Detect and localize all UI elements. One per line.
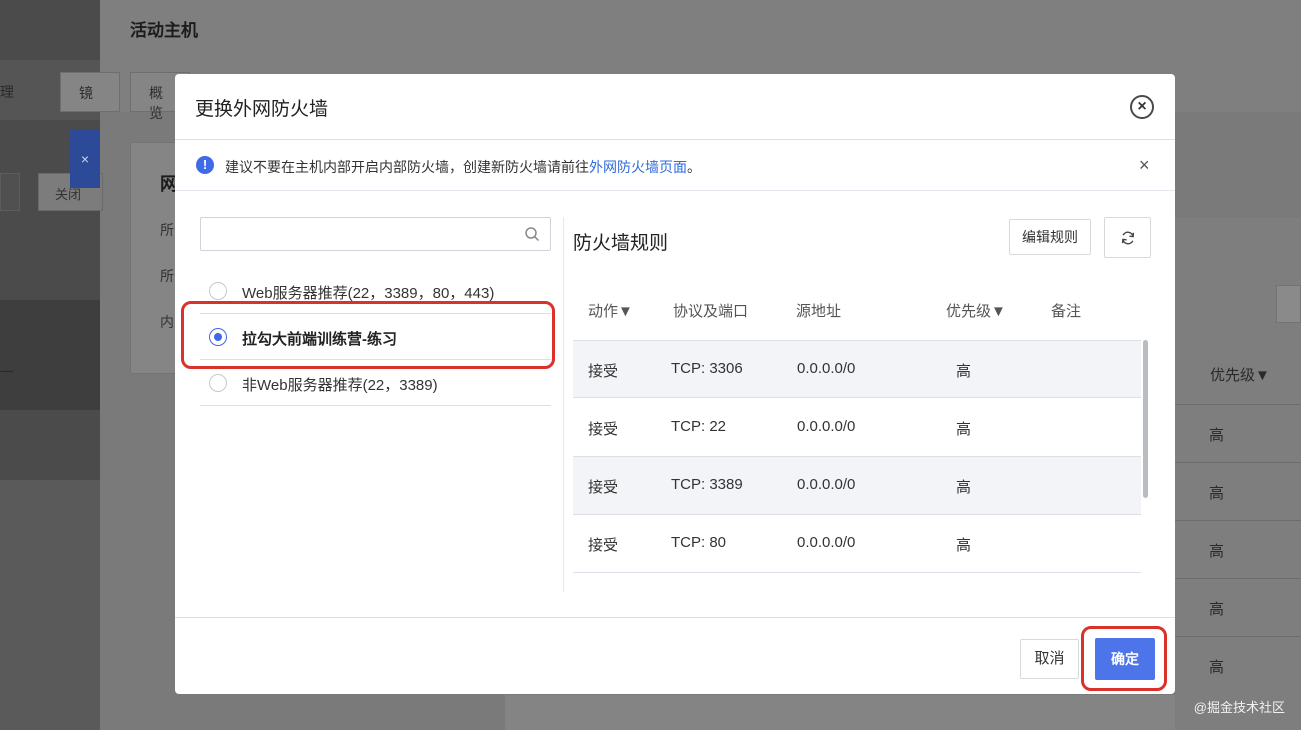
- column-header-protocol: 协议及端口: [673, 303, 749, 320]
- table-row: 接受 TCP: 3306 0.0.0.0/0 高: [573, 340, 1141, 398]
- table-scrollbar[interactable]: [1143, 340, 1148, 498]
- background-page-title: 活动主机: [130, 21, 198, 40]
- info-icon: !: [196, 156, 214, 174]
- firewall-option-label: 非Web服务器推荐(22，3389): [242, 377, 438, 394]
- refresh-button[interactable]: [1104, 217, 1151, 258]
- firewall-option-label: Web服务器推荐(22，3389，80，443): [242, 285, 495, 302]
- cell-action: 接受: [588, 363, 619, 380]
- column-header-priority[interactable]: 优先级▼: [946, 300, 1006, 321]
- background-text: 所: [160, 222, 174, 238]
- firewall-option[interactable]: Web服务器推荐(22，3389，80，443): [200, 268, 551, 314]
- column-header-source: 源地址: [796, 303, 842, 320]
- background-cell: 高: [1209, 659, 1225, 676]
- background-text: 一: [0, 364, 14, 380]
- firewall-search: [200, 217, 551, 251]
- background-divider: [1175, 404, 1301, 405]
- cell-source: 0.0.0.0/0: [797, 476, 856, 493]
- background-divider: [1175, 462, 1301, 463]
- change-firewall-dialog: 更换外网防火墙 × ! 建议不要在主机内部开启内部防火墙，创建新防火墙请前往外网…: [175, 74, 1175, 694]
- background-close-icon: ×: [70, 130, 100, 188]
- cell-priority: 高: [956, 421, 972, 438]
- cell-source: 0.0.0.0/0: [797, 534, 856, 551]
- radio-button[interactable]: [209, 282, 227, 300]
- table-row: 接受 TCP: 22 0.0.0.0/0 高: [573, 399, 1141, 457]
- column-header-note: 备注: [1051, 303, 1082, 320]
- background-strip: [0, 480, 100, 730]
- cell-protocol: TCP: 22: [671, 418, 727, 435]
- background-cell: 高: [1209, 601, 1225, 618]
- firewall-option[interactable]: 非Web服务器推荐(22，3389): [200, 360, 551, 406]
- background-footer: [505, 695, 1175, 730]
- firewall-option-selected[interactable]: 拉勾大前端训练营-练习: [200, 314, 551, 360]
- cell-protocol: TCP: 3389: [671, 476, 743, 493]
- radio-button[interactable]: [209, 374, 227, 392]
- background-strip: [0, 300, 100, 410]
- background-cell: 高: [1209, 485, 1225, 502]
- cell-action: 接受: [588, 479, 619, 496]
- notice-text: 建议不要在主机内部开启内部防火墙，创建新防火墙请前往外网防火墙页面。: [225, 159, 701, 175]
- background-text: 理: [0, 84, 14, 100]
- background-divider: [1175, 520, 1301, 521]
- cell-action: 接受: [588, 421, 619, 438]
- background-text: 内: [160, 314, 174, 330]
- background-button: [0, 173, 20, 211]
- firewall-page-link[interactable]: 外网防火墙页面: [589, 159, 687, 175]
- rules-title: 防火墙规则: [573, 233, 669, 254]
- refresh-icon: [1121, 231, 1134, 245]
- background-column-header: 优先级▼: [1210, 367, 1270, 384]
- cell-protocol: TCP: 3306: [671, 360, 743, 377]
- background-cell: 高: [1209, 543, 1225, 560]
- column-divider: [563, 217, 564, 592]
- cell-priority: 高: [956, 363, 972, 380]
- notice-close-icon[interactable]: ×: [1139, 155, 1150, 176]
- background-tab: 镜: [60, 72, 120, 112]
- cell-priority: 高: [956, 537, 972, 554]
- cell-priority: 高: [956, 479, 972, 496]
- cell-source: 0.0.0.0/0: [797, 360, 856, 377]
- confirm-button[interactable]: 确定: [1095, 638, 1155, 680]
- cell-source: 0.0.0.0/0: [797, 418, 856, 435]
- radio-button-checked[interactable]: [209, 328, 227, 346]
- background-divider: [1175, 578, 1301, 579]
- edit-rules-button[interactable]: 编辑规则: [1009, 219, 1091, 255]
- search-icon[interactable]: [524, 226, 540, 242]
- cell-action: 接受: [588, 537, 619, 554]
- cancel-button[interactable]: 取消: [1020, 639, 1079, 679]
- table-row: 接受 TCP: 3389 0.0.0.0/0 高: [573, 457, 1141, 515]
- close-circle-icon[interactable]: ×: [1130, 95, 1154, 119]
- firewall-search-input[interactable]: [209, 224, 509, 246]
- dialog-footer: 取消 确定: [175, 617, 1175, 694]
- notice-bar: ! 建议不要在主机内部开启内部防火墙，创建新防火墙请前往外网防火墙页面。 ×: [175, 141, 1175, 191]
- dialog-title: 更换外网防火墙: [195, 99, 329, 120]
- background-divider: [1175, 636, 1301, 637]
- column-header-action[interactable]: 动作▼: [588, 300, 633, 321]
- dialog-header: 更换外网防火墙 ×: [175, 74, 1175, 140]
- watermark: @掘金技术社区: [1193, 700, 1285, 715]
- background-cell: 高: [1209, 427, 1225, 444]
- background-input: [1276, 285, 1301, 323]
- firewall-option-label: 拉勾大前端训练营-练习: [242, 331, 397, 348]
- cell-protocol: TCP: 80: [671, 534, 727, 551]
- table-row: 接受 TCP: 80 0.0.0.0/0 高: [573, 515, 1141, 573]
- background-text: 所: [160, 268, 174, 284]
